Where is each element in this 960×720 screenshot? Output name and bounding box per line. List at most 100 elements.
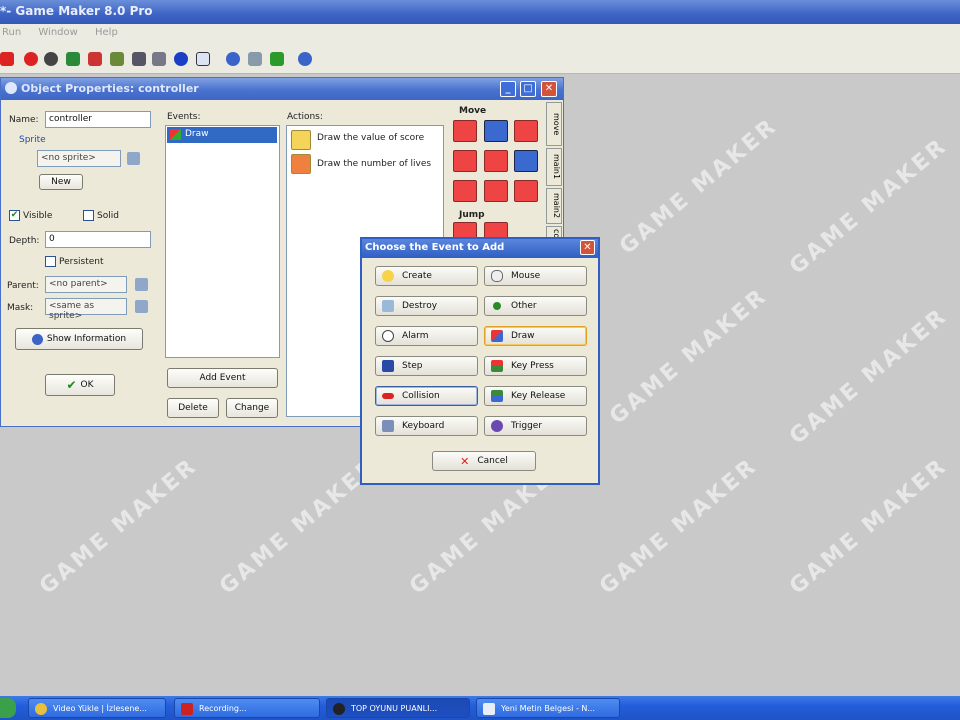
sprite-field[interactable]: <no sprite> (37, 150, 121, 167)
browser-icon (35, 703, 47, 715)
draw-event-button[interactable]: Draw (484, 326, 587, 346)
key-press-event-button[interactable]: Key Press (484, 356, 587, 376)
move-towards-icon[interactable] (514, 120, 538, 142)
speed-horizontal-icon[interactable] (453, 150, 477, 172)
action-item[interactable]: Draw the value of score (317, 133, 424, 143)
sprite-menu-icon[interactable] (127, 152, 140, 165)
key-release-event-button[interactable]: Key Release (484, 386, 587, 406)
action-item[interactable]: Draw the number of lives (317, 159, 431, 169)
alarm-label: Alarm (402, 331, 429, 341)
delete-button[interactable]: Delete (167, 398, 219, 418)
move-fixed-icon[interactable] (453, 120, 477, 142)
minimize-icon[interactable]: _ (500, 81, 516, 97)
collision-icon (382, 393, 394, 399)
change-button[interactable]: Change (226, 398, 278, 418)
create-label: Create (402, 271, 432, 281)
visible-checkbox[interactable]: ✔ (9, 210, 20, 221)
add-event-button[interactable]: Add Event (167, 368, 278, 388)
solid-checkbox[interactable] (83, 210, 94, 221)
extension-packages-icon[interactable] (270, 52, 284, 66)
keyboard-event-button[interactable]: Keyboard (375, 416, 478, 436)
create-event-button[interactable]: Create (375, 266, 478, 286)
ok-button[interactable]: ✔ OK (45, 374, 115, 396)
taskbar-item[interactable]: Recording... (174, 698, 320, 718)
set-friction-icon[interactable] (514, 180, 538, 202)
persistent-label: Persistent (59, 257, 104, 267)
game-maker-icon (333, 703, 345, 715)
mask-menu-icon[interactable] (135, 300, 148, 313)
show-information-button[interactable]: Show Information (15, 328, 143, 350)
speed-vertical-icon[interactable] (484, 150, 508, 172)
close-icon[interactable]: ✕ (541, 81, 557, 97)
event-item-draw[interactable]: Draw (167, 127, 277, 143)
parent-field[interactable]: <no parent> (45, 276, 127, 293)
game-information-icon[interactable] (226, 52, 240, 66)
destroy-event-button[interactable]: Destroy (375, 296, 478, 316)
alarm-event-button[interactable]: Alarm (375, 326, 478, 346)
parent-label: Parent: (7, 281, 39, 291)
clock-icon (382, 330, 394, 342)
mouse-event-button[interactable]: Mouse (484, 266, 587, 286)
lightbulb-icon (382, 270, 394, 282)
play-icon[interactable] (0, 52, 14, 66)
set-gravity-icon[interactable] (514, 150, 538, 172)
watermark: GAME MAKER (35, 453, 203, 600)
solid-label: Solid (97, 211, 119, 221)
key-press-label: Key Press (511, 361, 554, 371)
mouse-label: Mouse (511, 271, 541, 281)
depth-field[interactable]: 0 (45, 231, 151, 248)
add-timeline-icon[interactable] (152, 52, 166, 66)
add-object-icon[interactable] (174, 52, 188, 66)
taskbar-item-label: Video Yükle | İzlesene... (53, 704, 147, 713)
cancel-button[interactable]: ✕ Cancel (432, 451, 536, 471)
tab-main2[interactable]: main2 (546, 188, 562, 224)
add-sprite-icon[interactable] (24, 52, 38, 66)
step-event-button[interactable]: Step (375, 356, 478, 376)
step-label: Step (402, 361, 423, 371)
menu-window[interactable]: Window (38, 27, 77, 38)
trigger-icon (491, 420, 503, 432)
events-list[interactable]: Draw (165, 125, 280, 358)
trigger-event-button[interactable]: Trigger (484, 416, 587, 436)
draw-score-icon (291, 130, 311, 150)
maximize-icon[interactable]: □ (520, 81, 536, 97)
add-path-icon[interactable] (88, 52, 102, 66)
add-sound-icon[interactable] (44, 52, 58, 66)
object-window-title-bar: Object Properties: controller _ □ ✕ (1, 78, 563, 100)
other-label: Other (511, 301, 537, 311)
persistent-checkbox[interactable] (45, 256, 56, 267)
move-free-icon[interactable] (484, 120, 508, 142)
taskbar-item[interactable]: TOP OYUNU PUANLI... (326, 698, 470, 718)
taskbar-item[interactable]: Yeni Metin Belgesi - N... (476, 698, 620, 718)
menu-help[interactable]: Help (95, 27, 118, 38)
close-icon[interactable]: ✕ (580, 240, 595, 255)
new-sprite-button[interactable]: New (39, 174, 83, 190)
add-script-icon[interactable] (110, 52, 124, 66)
tab-move[interactable]: move (546, 102, 562, 146)
taskbar-item-label: Recording... (199, 704, 247, 713)
watermark: GAME MAKER (215, 453, 383, 600)
add-background-icon[interactable] (66, 52, 80, 66)
other-event-button[interactable]: Other (484, 296, 587, 316)
parent-menu-icon[interactable] (135, 278, 148, 291)
menu-run[interactable]: Run (2, 27, 21, 38)
reverse-vertical-icon[interactable] (484, 180, 508, 202)
tab-main1[interactable]: main1 (546, 148, 562, 186)
start-button[interactable] (0, 698, 16, 718)
ok-label: OK (80, 380, 94, 390)
add-font-icon[interactable] (132, 52, 146, 66)
global-settings-icon[interactable] (248, 52, 262, 66)
jump-header: Jump (459, 210, 485, 220)
reverse-horizontal-icon[interactable] (453, 180, 477, 202)
add-room-icon[interactable] (196, 52, 210, 66)
toolbar (0, 44, 960, 74)
taskbar-item[interactable]: Video Yükle | İzlesene... (28, 698, 166, 718)
key-press-icon (491, 360, 503, 372)
collision-event-button[interactable]: Collision (375, 386, 478, 406)
help-icon[interactable] (298, 52, 312, 66)
add-event-label: Add Event (199, 373, 246, 383)
keyboard-icon (382, 420, 394, 432)
mask-field[interactable]: <same as sprite> (45, 298, 127, 321)
show-information-label: Show Information (46, 334, 127, 344)
name-field[interactable]: controller (45, 111, 151, 128)
